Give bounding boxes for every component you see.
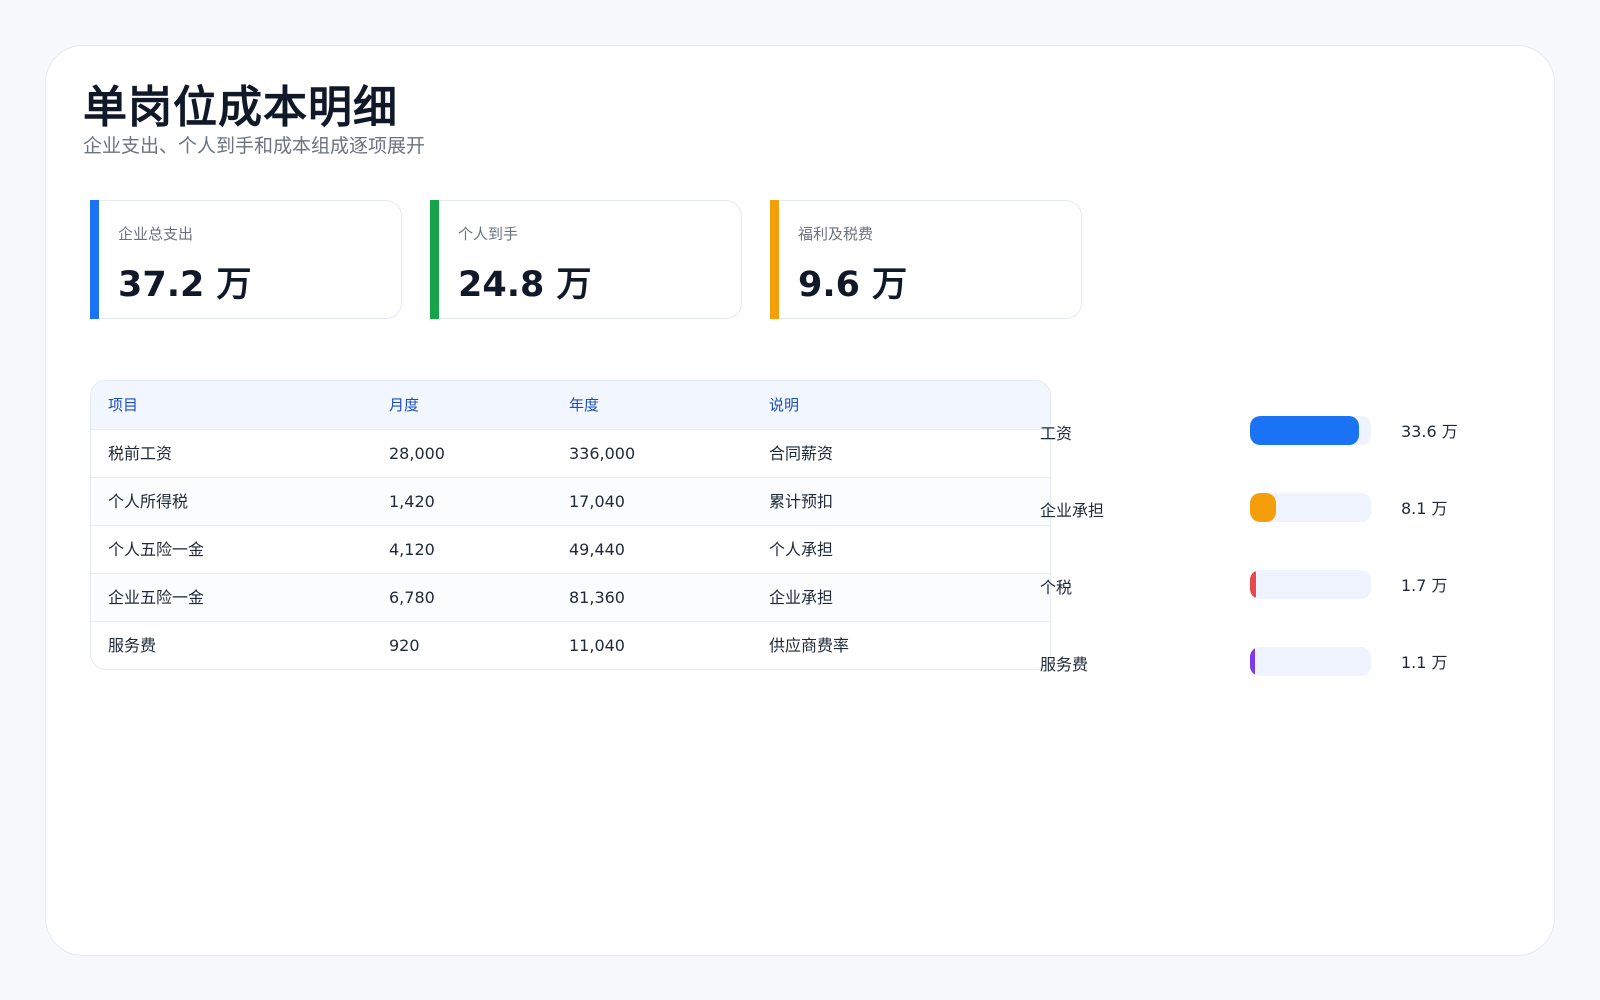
breakdown-row-enterprise: 企业承担 8.1 万 bbox=[1040, 487, 1540, 527]
table-cell: 个人承担 bbox=[769, 540, 834, 559]
table-cell: 4,120 bbox=[389, 540, 435, 559]
breakdown-bar bbox=[1250, 647, 1255, 676]
breakdown-track bbox=[1250, 493, 1371, 522]
breakdown-row-income-tax: 个税 1.7 万 bbox=[1040, 564, 1540, 604]
breakdown-value: 1.1 万 bbox=[1401, 653, 1448, 672]
breakdown-row-salary: 工资 33.6 万 bbox=[1040, 410, 1540, 450]
kpi-value: 37.2 万 bbox=[118, 265, 252, 305]
table-row: 税前工资 28,000 336,000 合同薪资 bbox=[91, 429, 1050, 477]
breakdown-value: 33.6 万 bbox=[1401, 422, 1458, 441]
kpi-label: 福利及税费 bbox=[798, 225, 874, 243]
table-cell: 17,040 bbox=[569, 492, 625, 511]
kpi-accent-bar bbox=[430, 200, 439, 319]
kpi-value: 24.8 万 bbox=[458, 265, 592, 305]
table-cell: 49,440 bbox=[569, 540, 625, 559]
breakdown-row-service-fee: 服务费 1.1 万 bbox=[1040, 641, 1540, 681]
table-cell: 336,000 bbox=[569, 444, 636, 463]
table-row: 服务费 920 11,040 供应商费率 bbox=[91, 621, 1050, 669]
breakdown-bar bbox=[1250, 416, 1359, 445]
breakdown-label: 服务费 bbox=[1040, 655, 1089, 674]
kpi-card-benefits-tax: 福利及税费 9.6 万 bbox=[770, 200, 1082, 319]
table-cell: 供应商费率 bbox=[769, 636, 850, 655]
table-cell: 累计预扣 bbox=[769, 492, 834, 511]
table-row: 个人五险一金 4,120 49,440 个人承担 bbox=[91, 525, 1050, 573]
table-cell: 920 bbox=[389, 636, 420, 655]
table-cell: 企业五险一金 bbox=[108, 588, 205, 607]
page-subtitle: 企业支出、个人到手和成本组成逐项展开 bbox=[83, 135, 426, 157]
table-cell: 个人所得税 bbox=[108, 492, 189, 511]
breakdown-track bbox=[1250, 570, 1371, 599]
cost-table: 项目 月度 年度 说明 税前工资 28,000 336,000 合同薪资 个人所… bbox=[90, 380, 1051, 670]
table-cell: 11,040 bbox=[569, 636, 625, 655]
breakdown-label: 企业承担 bbox=[1040, 501, 1105, 520]
kpi-card-take-home: 个人到手 24.8 万 bbox=[430, 200, 742, 319]
kpi-value: 9.6 万 bbox=[798, 265, 908, 305]
breakdown-track bbox=[1250, 416, 1371, 445]
table-cell: 合同薪资 bbox=[769, 444, 834, 463]
breakdown-track bbox=[1250, 647, 1371, 676]
table-cell: 企业承担 bbox=[769, 588, 834, 607]
table-cell: 1,420 bbox=[389, 492, 435, 511]
page-title: 单岗位成本明细 bbox=[83, 82, 398, 133]
breakdown-value: 8.1 万 bbox=[1401, 499, 1448, 518]
column-header-yearly: 年度 bbox=[569, 396, 600, 414]
table-cell: 服务费 bbox=[108, 636, 157, 655]
table-cell: 28,000 bbox=[389, 444, 445, 463]
breakdown-label: 工资 bbox=[1040, 424, 1073, 443]
kpi-label: 个人到手 bbox=[458, 225, 519, 243]
breakdown-label: 个税 bbox=[1040, 578, 1073, 597]
column-header-monthly: 月度 bbox=[389, 396, 420, 414]
kpi-card-enterprise-total: 企业总支出 37.2 万 bbox=[90, 200, 402, 319]
kpi-accent-bar bbox=[90, 200, 99, 319]
table-row: 个人所得税 1,420 17,040 累计预扣 bbox=[91, 477, 1050, 525]
kpi-label: 企业总支出 bbox=[118, 225, 194, 243]
column-header-note: 说明 bbox=[769, 396, 800, 414]
breakdown-bar bbox=[1250, 493, 1276, 522]
breakdown-bar bbox=[1250, 570, 1256, 599]
column-header-item: 项目 bbox=[108, 396, 139, 414]
table-cell: 个人五险一金 bbox=[108, 540, 205, 559]
table-row: 企业五险一金 6,780 81,360 企业承担 bbox=[91, 573, 1050, 621]
kpi-accent-bar bbox=[770, 200, 779, 319]
table-cell: 税前工资 bbox=[108, 444, 173, 463]
table-header-row: 项目 月度 年度 说明 bbox=[91, 381, 1050, 429]
table-cell: 81,360 bbox=[569, 588, 625, 607]
table-cell: 6,780 bbox=[389, 588, 435, 607]
breakdown-value: 1.7 万 bbox=[1401, 576, 1448, 595]
